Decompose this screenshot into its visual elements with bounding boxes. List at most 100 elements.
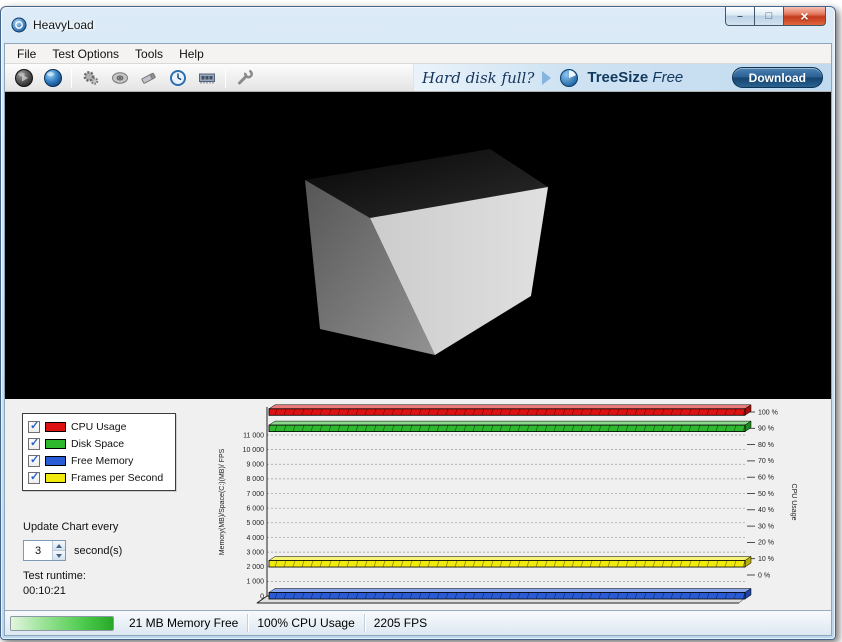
svg-text:8 000: 8 000 bbox=[246, 476, 264, 483]
menu-item-test-options[interactable]: Test Options bbox=[44, 45, 127, 63]
legend-swatch bbox=[45, 422, 66, 432]
gl-viewport bbox=[5, 92, 831, 399]
ad-brand-name: TreeSize Free bbox=[587, 69, 683, 86]
interval-row: 3 second(s) bbox=[23, 540, 122, 561]
svg-text:9 000: 9 000 bbox=[246, 462, 264, 469]
toolbar: Hard disk full? TreeSize Free Download bbox=[5, 64, 831, 92]
options-button[interactable] bbox=[231, 65, 258, 90]
svg-text:100 %: 100 % bbox=[758, 409, 778, 416]
chart-panel: CPU Usage Disk Space Free Memory Frames per… bbox=[5, 399, 831, 610]
legend-checkbox-cpu-usage[interactable] bbox=[28, 421, 40, 433]
svg-text:20 %: 20 % bbox=[758, 540, 774, 547]
legend-label: Disk Space bbox=[71, 438, 124, 450]
start-test-icon bbox=[14, 68, 34, 88]
caption-buttons bbox=[725, 7, 826, 26]
clock-button[interactable] bbox=[164, 65, 191, 90]
menu-item-tools[interactable]: Tools bbox=[127, 45, 171, 63]
performance-chart: 01 0002 0003 0004 0005 0006 0007 0008 00… bbox=[212, 399, 812, 611]
menu-bar: FileTest OptionsToolsHelp bbox=[5, 44, 831, 64]
legend-box: CPU Usage Disk Space Free Memory Frames per… bbox=[22, 413, 176, 491]
runtime-label: Test runtime: bbox=[23, 570, 86, 582]
svg-text:30 %: 30 % bbox=[758, 523, 774, 530]
spin-up-button[interactable] bbox=[53, 541, 65, 551]
treesize-ad-banner[interactable]: Hard disk full? TreeSize Free Download bbox=[413, 64, 831, 91]
disk-test-icon bbox=[110, 68, 130, 88]
svg-text:3 000: 3 000 bbox=[246, 549, 264, 556]
performance-chart-svg: 01 0002 0003 0004 0005 0006 0007 0008 00… bbox=[212, 399, 812, 611]
progress-fill bbox=[11, 617, 113, 630]
svg-text:10 000: 10 000 bbox=[243, 447, 265, 454]
clock-icon bbox=[168, 68, 188, 88]
spin-down-button[interactable] bbox=[53, 551, 65, 560]
svg-text:40 %: 40 % bbox=[758, 507, 774, 514]
title-bar[interactable]: HeavyLoad bbox=[1, 7, 835, 43]
treesize-logo-icon bbox=[559, 68, 579, 88]
minimize-button[interactable] bbox=[725, 7, 755, 26]
memory-test-icon bbox=[197, 68, 217, 88]
maximize-button[interactable] bbox=[755, 7, 783, 26]
svg-text:6 000: 6 000 bbox=[246, 505, 264, 512]
status-bar: 21 MB Memory Free 100% CPU Usage 2205 FP… bbox=[5, 610, 831, 635]
status-cpu: 100% CPU Usage bbox=[248, 614, 364, 632]
legend-checkbox-disk-space[interactable] bbox=[28, 438, 40, 450]
svg-text:70 %: 70 % bbox=[758, 458, 774, 465]
interval-value: 3 bbox=[24, 541, 52, 560]
interval-unit-label: second(s) bbox=[74, 545, 122, 557]
status-fps: 2205 FPS bbox=[365, 614, 436, 632]
heavyload-window: HeavyLoad FileTest OptionsToolsHelp bbox=[0, 6, 836, 640]
svg-text:10 %: 10 % bbox=[758, 556, 774, 563]
runtime-value: 00:10:21 bbox=[23, 585, 66, 597]
toolbar-separator bbox=[225, 68, 226, 88]
svg-text:CPU Usage: CPU Usage bbox=[790, 484, 797, 521]
update-chart-label: Update Chart every bbox=[23, 521, 118, 533]
svg-text:Memory(MB)/Space(C:)(MB)/ FPS: Memory(MB)/Space(C:)(MB)/ FPS bbox=[219, 448, 226, 555]
options-wrench-icon bbox=[235, 68, 255, 88]
legend-swatch bbox=[45, 473, 66, 483]
stop-test-button[interactable] bbox=[39, 65, 66, 90]
svg-text:0 %: 0 % bbox=[758, 572, 770, 579]
legend-item-disk-space: Disk Space bbox=[26, 435, 172, 452]
legend-checkbox-free-memory[interactable] bbox=[28, 455, 40, 467]
menu-item-file[interactable]: File bbox=[9, 45, 44, 63]
toolbar-separator bbox=[71, 68, 72, 88]
svg-text:50 %: 50 % bbox=[758, 491, 774, 498]
legend-item-free-memory: Free Memory bbox=[26, 452, 172, 469]
svg-text:11 000: 11 000 bbox=[243, 432, 264, 439]
cpu-test-icon bbox=[81, 68, 101, 88]
app-icon bbox=[11, 17, 27, 33]
legend-label: Free Memory bbox=[71, 455, 133, 467]
write-file-button[interactable] bbox=[135, 65, 162, 90]
close-button[interactable] bbox=[783, 7, 826, 26]
legend-label: CPU Usage bbox=[71, 421, 126, 433]
ad-brand-suffix: Free bbox=[652, 69, 683, 86]
legend-list: CPU Usage Disk Space Free Memory Frames per… bbox=[26, 418, 172, 486]
disk-test-button[interactable] bbox=[106, 65, 133, 90]
spinner-buttons bbox=[52, 541, 65, 560]
gl-cube bbox=[5, 92, 832, 399]
legend-swatch bbox=[45, 439, 66, 449]
memory-test-button[interactable] bbox=[193, 65, 220, 90]
download-button[interactable]: Download bbox=[732, 67, 823, 88]
legend-swatch bbox=[45, 456, 66, 466]
interval-spinbox[interactable]: 3 bbox=[23, 540, 66, 561]
legend-checkbox-frames-per-second[interactable] bbox=[28, 472, 40, 484]
write-file-icon bbox=[139, 68, 159, 88]
status-memory: 21 MB Memory Free bbox=[120, 614, 248, 632]
chevron-right-icon bbox=[542, 71, 551, 85]
svg-text:1 000: 1 000 bbox=[246, 579, 264, 586]
stop-test-icon bbox=[43, 68, 63, 88]
menu-item-help[interactable]: Help bbox=[171, 45, 212, 63]
ad-question: Hard disk full? bbox=[422, 69, 534, 87]
legend-label: Frames per Second bbox=[71, 472, 163, 484]
memory-progress-bar bbox=[10, 616, 114, 631]
svg-text:2 000: 2 000 bbox=[246, 564, 264, 571]
ad-brand: TreeSize bbox=[587, 69, 648, 86]
window-title: HeavyLoad bbox=[33, 18, 94, 32]
svg-text:80 %: 80 % bbox=[758, 442, 774, 449]
start-test-button[interactable] bbox=[10, 65, 37, 90]
cpu-test-button[interactable] bbox=[77, 65, 104, 90]
svg-text:60 %: 60 % bbox=[758, 475, 774, 482]
svg-text:4 000: 4 000 bbox=[246, 535, 264, 542]
svg-text:90 %: 90 % bbox=[758, 426, 774, 433]
legend-item-frames-per-second: Frames per Second bbox=[26, 469, 172, 486]
